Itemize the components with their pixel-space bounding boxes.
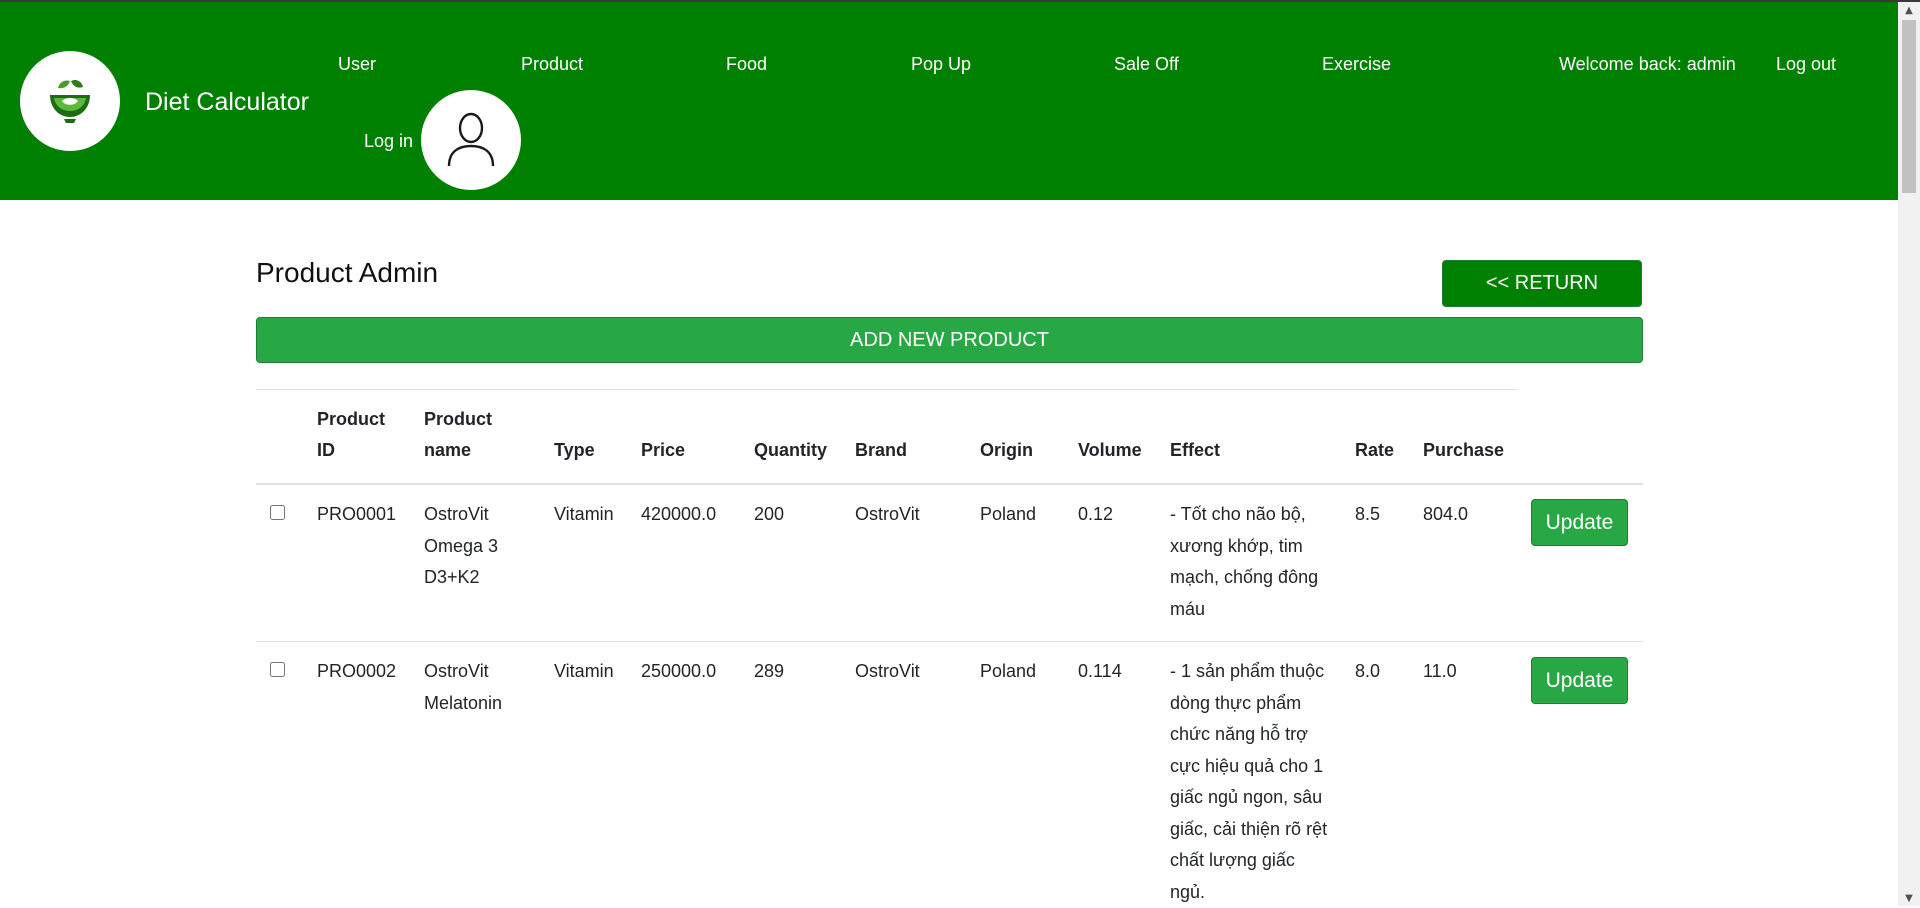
scroll-up-arrow-icon[interactable]: ▲ <box>1898 2 1920 18</box>
cell-effect-line: xương khớp, tim <box>1170 531 1318 563</box>
cell-type: Vitamin <box>554 656 614 688</box>
header-price: Price <box>641 435 685 466</box>
nav-exercise[interactable]: Exercise <box>1322 54 1391 75</box>
cell-product-id: PRO0001 <box>317 499 396 531</box>
cell-type: Vitamin <box>554 499 614 531</box>
user-avatar-icon <box>446 111 496 169</box>
welcome-text: Welcome back: admin <box>1559 54 1736 75</box>
cell-effect-line: dòng thực phẩm <box>1170 688 1327 720</box>
cell-effect-line: máu <box>1170 594 1318 626</box>
header-product-name-line2: name <box>424 435 492 466</box>
header-product-id-line1: Product <box>317 404 385 435</box>
header-product-name-line1: Product <box>424 404 492 435</box>
header-quantity: Quantity <box>754 435 827 466</box>
cell-product-name-line: OstroVit <box>424 656 502 688</box>
add-new-product-button[interactable]: ADD NEW PRODUCT <box>256 317 1643 363</box>
cell-effect-line: giấc ngủ ngon, sâu <box>1170 782 1327 814</box>
cell-effect-line: chất lượng giấc <box>1170 845 1327 877</box>
nav-food[interactable]: Food <box>726 54 767 75</box>
page-title: Product Admin <box>256 257 438 289</box>
cell-purchase: 11.0 <box>1423 656 1457 688</box>
nav-sale-off[interactable]: Sale Off <box>1114 54 1179 75</box>
cell-effect-line: mạch, chống đông <box>1170 562 1318 594</box>
cell-origin: Poland <box>980 499 1036 531</box>
cell-quantity: 289 <box>754 656 784 688</box>
logout-link[interactable]: Log out <box>1776 54 1836 75</box>
return-button[interactable]: << RETURN <box>1442 260 1642 307</box>
header-type: Type <box>554 435 595 466</box>
cell-effect-line: cực hiệu quả cho 1 <box>1170 751 1327 783</box>
login-link[interactable]: Log in <box>364 131 413 152</box>
cell-origin: Poland <box>980 656 1036 688</box>
header-product-id-line2: ID <box>317 435 385 466</box>
cell-volume: 0.12 <box>1078 499 1113 531</box>
cell-effect-line: ngủ. <box>1170 877 1327 908</box>
table-top-border <box>256 389 1517 390</box>
avatar[interactable] <box>421 90 521 190</box>
cell-quantity: 200 <box>754 499 784 531</box>
header-volume: Volume <box>1078 435 1142 466</box>
nav-pop-up[interactable]: Pop Up <box>911 54 971 75</box>
cell-volume: 0.114 <box>1078 656 1122 688</box>
update-button[interactable]: Update <box>1531 499 1628 546</box>
update-button[interactable]: Update <box>1531 657 1628 704</box>
cell-product-id: PRO0002 <box>317 656 396 688</box>
cell-product-name-line: Omega 3 <box>424 531 498 563</box>
row-select-checkbox[interactable] <box>270 662 285 677</box>
header-brand: Brand <box>855 435 907 466</box>
header-origin: Origin <box>980 435 1033 466</box>
nav-product[interactable]: Product <box>521 54 583 75</box>
row-select-checkbox[interactable] <box>270 505 285 520</box>
cell-product-name: OstroVit Omega 3 D3+K2 <box>424 499 498 594</box>
cell-product-name-line: OstroVit <box>424 499 498 531</box>
cell-rate: 8.0 <box>1355 656 1380 688</box>
cell-price: 420000.0 <box>641 499 716 531</box>
cell-rate: 8.5 <box>1355 499 1380 531</box>
cell-price: 250000.0 <box>641 656 716 688</box>
cell-effect: - Tốt cho não bộ, xương khớp, tim mạch, … <box>1170 499 1318 625</box>
cell-product-name-line: Melatonin <box>424 688 502 720</box>
cell-brand: OstroVit <box>855 656 920 688</box>
cell-effect-line: chức năng hỗ trợ <box>1170 719 1327 751</box>
cell-effect-line: - 1 sản phẩm thuộc <box>1170 656 1327 688</box>
cell-product-name-line: D3+K2 <box>424 562 498 594</box>
brand-name[interactable]: Diet Calculator <box>145 88 309 117</box>
table-header-divider <box>256 483 1643 485</box>
cell-product-name: OstroVit Melatonin <box>424 656 502 719</box>
header-effect: Effect <box>1170 435 1220 466</box>
vertical-scrollbar[interactable]: ▲ ▼ <box>1898 2 1920 906</box>
header-purchase: Purchase <box>1423 435 1504 466</box>
cell-effect-line: - Tốt cho não bộ, <box>1170 499 1318 531</box>
cell-effect: - 1 sản phẩm thuộc dòng thực phẩm chức n… <box>1170 656 1327 908</box>
cell-effect-line: giấc, cải thiện rõ rệt <box>1170 814 1327 846</box>
cell-purchase: 804.0 <box>1423 499 1468 531</box>
cell-brand: OstroVit <box>855 499 920 531</box>
site-header: Diet Calculator User Product Food Pop Up… <box>0 2 1898 200</box>
header-rate: Rate <box>1355 435 1394 466</box>
scroll-thumb[interactable] <box>1902 20 1916 193</box>
nav-user[interactable]: User <box>338 54 376 75</box>
scroll-down-arrow-icon[interactable]: ▼ <box>1898 890 1920 906</box>
row-divider <box>256 641 1643 642</box>
logo[interactable] <box>20 51 120 151</box>
salad-bowl-icon <box>44 75 96 127</box>
header-product-id: Product ID <box>317 404 385 466</box>
header-product-name: Product name <box>424 404 492 466</box>
